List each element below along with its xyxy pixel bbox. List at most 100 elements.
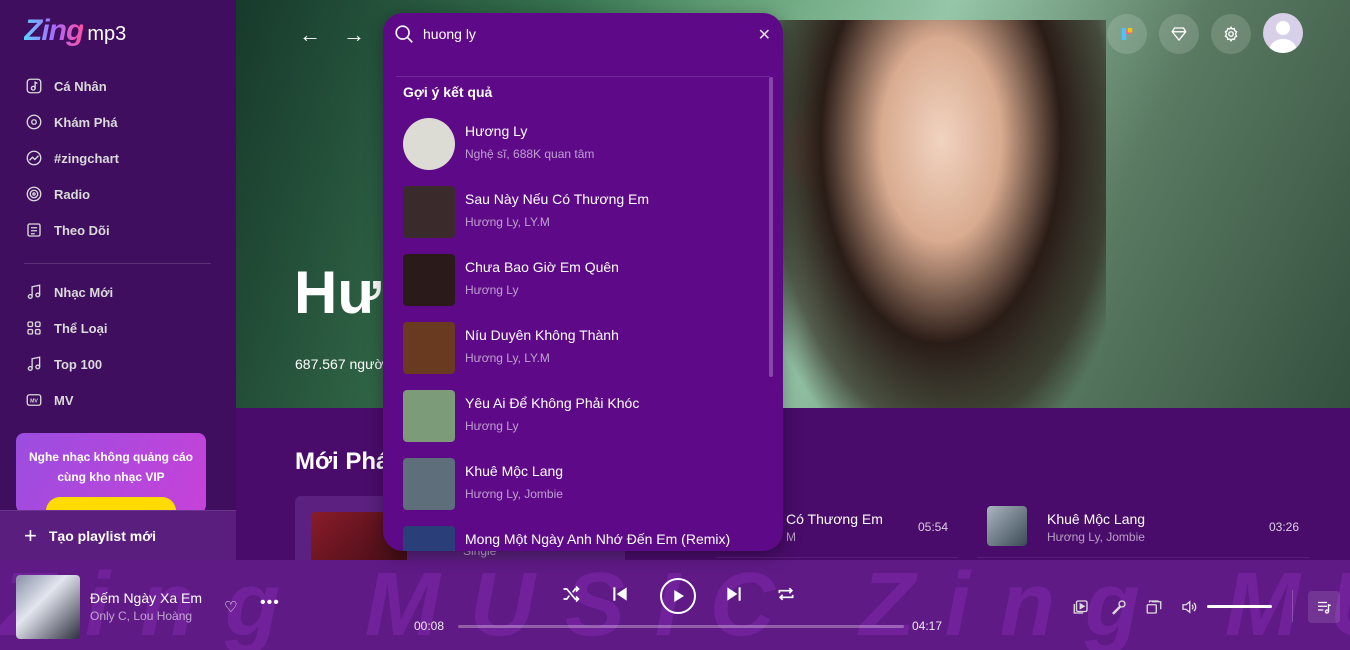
volume-slider[interactable] xyxy=(1207,605,1272,608)
sidebar: Zing mp3 Cá Nhân Khám Phá #zingchart Rad… xyxy=(0,0,236,560)
close-icon[interactable]: ✕ xyxy=(758,25,771,45)
now-playing-thumbnail[interactable] xyxy=(16,575,80,639)
music-note-icon xyxy=(27,284,41,300)
sidebar-divider xyxy=(24,263,211,264)
sidebar-item-nhac-moi[interactable]: Nhạc Mới xyxy=(0,274,236,310)
search-bar xyxy=(383,13,783,55)
suggestions-heading: Gợi ý kết quả xyxy=(403,84,493,100)
logo-mp3: mp3 xyxy=(87,23,127,45)
total-time: 04:17 xyxy=(912,619,943,633)
search-result-subtitle: Hương Ly xyxy=(465,283,519,297)
previous-button[interactable] xyxy=(610,584,630,604)
search-result-title: Yêu Ai Để Không Phải Khóc xyxy=(465,395,640,411)
shuffle-icon xyxy=(563,585,580,603)
playlist-queue-button[interactable] xyxy=(1308,591,1340,623)
search-result-song[interactable]: Mong Một Ngày Anh Nhớ Đến Em (Remix) xyxy=(403,526,743,551)
search-result-song[interactable]: Khuê Mộc Lang Hương Ly, Jombie xyxy=(403,458,743,512)
vip-diamond-button[interactable] xyxy=(1159,14,1199,54)
zing-mp3-logo[interactable]: Zing mp3 xyxy=(24,14,126,48)
progress-bar[interactable] xyxy=(458,625,904,628)
sidebar-item-zingchart[interactable]: #zingchart xyxy=(0,140,236,176)
search-result-title: Níu Duyên Không Thành xyxy=(465,327,619,343)
more-options-icon[interactable]: ••• xyxy=(260,594,280,612)
settings-button[interactable] xyxy=(1211,14,1251,54)
sidebar-item-label: Khám Phá xyxy=(54,114,118,130)
sidebar-item-mv[interactable]: MV MV xyxy=(0,382,236,418)
sidebar-item-label: Cá Nhân xyxy=(54,78,107,94)
player-bar: Zing MUSIC Zing MUSIC Zing MUSIC Đếm Ngà… xyxy=(0,560,1350,650)
shuffle-button[interactable] xyxy=(561,584,581,604)
sidebar-item-theo-doi[interactable]: Theo Dõi xyxy=(0,212,236,248)
search-input[interactable] xyxy=(423,26,743,42)
search-result-title: Khuê Mộc Lang xyxy=(465,463,564,479)
search-result-song[interactable]: Chưa Bao Giờ Em Quên Hương Ly xyxy=(403,254,743,308)
forward-arrow-icon[interactable]: → xyxy=(343,22,365,48)
sidebar-item-radio[interactable]: Radio xyxy=(0,176,236,212)
theme-icon xyxy=(1121,28,1133,40)
song-duration: 05:54 xyxy=(917,520,948,534)
search-dropdown: ✕ Gợi ý kết quả Hương Ly Nghệ sĩ, 688K qu… xyxy=(383,13,783,551)
sidebar-item-label: MV xyxy=(54,392,74,408)
play-icon xyxy=(674,590,684,602)
artist-name: Hư xyxy=(294,259,381,326)
now-playing-artist[interactable]: Only C, Lou Hoàng xyxy=(90,609,192,623)
sidebar-item-top-100[interactable]: Top 100 xyxy=(0,346,236,382)
song-title: Có Thương Em xyxy=(786,511,883,527)
search-divider xyxy=(396,76,770,77)
gear-icon xyxy=(1224,26,1238,42)
search-result-thumbnail xyxy=(403,526,455,551)
plus-icon: + xyxy=(24,522,37,548)
sidebar-item-label: Thể Loại xyxy=(54,320,108,336)
play-button[interactable] xyxy=(660,578,696,614)
queue-icon xyxy=(1318,601,1331,614)
search-result-subtitle: Hương Ly, LY.M xyxy=(465,351,550,365)
song-thumbnail xyxy=(987,506,1027,546)
category-grid-icon xyxy=(27,321,41,335)
artist-followers: 687.567 ngườ xyxy=(295,356,384,372)
mv-play-icon[interactable] xyxy=(1072,598,1090,616)
sidebar-nav-main: Cá Nhân Khám Phá #zingchart Radio Theo D… xyxy=(0,68,236,248)
sidebar-item-label: Top 100 xyxy=(54,356,103,372)
next-button[interactable] xyxy=(724,584,744,604)
current-time: 00:08 xyxy=(414,619,445,633)
microphone-icon[interactable] xyxy=(1110,598,1128,616)
sidebar-item-ca-nhan[interactable]: Cá Nhân xyxy=(0,68,236,104)
search-result-subtitle: Hương Ly, LY.M xyxy=(465,215,550,229)
follow-list-icon xyxy=(27,223,41,237)
volume-icon[interactable] xyxy=(1180,598,1198,616)
song-title: Khuê Mộc Lang xyxy=(1047,511,1146,527)
search-result-song[interactable]: Sau Này Nếu Có Thương Em Hương Ly, LY.M xyxy=(403,186,743,240)
sidebar-item-label: Radio xyxy=(54,186,91,202)
disc-icon xyxy=(26,114,42,130)
new-playlist-button[interactable]: + Tạo playlist mới xyxy=(0,510,236,560)
sidebar-item-the-loai[interactable]: Thể Loại xyxy=(0,310,236,346)
song-artist: Hương Ly, Jombie xyxy=(1047,530,1145,544)
chart-line-icon xyxy=(26,150,42,166)
search-result-title: Mong Một Ngày Anh Nhớ Đến Em (Remix) xyxy=(465,531,731,547)
search-result-song[interactable]: Níu Duyên Không Thành Hương Ly, LY.M xyxy=(403,322,743,376)
search-result-title: Hương Ly xyxy=(465,123,528,139)
theme-button[interactable] xyxy=(1107,14,1147,54)
search-result-artist[interactable]: Hương Ly Nghệ sĩ, 688K quan tâm xyxy=(403,118,743,172)
now-playing-title[interactable]: Đếm Ngày Xa Em xyxy=(90,590,202,606)
search-result-thumbnail xyxy=(403,322,455,374)
logo-zing: Zing xyxy=(24,14,84,47)
search-result-thumbnail xyxy=(403,390,455,442)
song-row[interactable]: Khuê Mộc Lang Hương Ly, Jombie 03:26 xyxy=(977,502,1309,558)
search-result-song[interactable]: Yêu Ai Để Không Phải Khóc Hương Ly xyxy=(403,390,743,444)
new-playlist-label: Tạo playlist mới xyxy=(48,527,157,544)
song-duration: 03:26 xyxy=(1268,520,1299,534)
heart-icon[interactable]: ♡ xyxy=(224,598,237,616)
user-avatar[interactable] xyxy=(1263,13,1303,53)
sidebar-item-kham-pha[interactable]: Khám Phá xyxy=(0,104,236,140)
section-title-new-release: Mới Phá xyxy=(295,448,390,475)
vip-promo-text: Nghe nhạc không quảng cáo cùng kho nhạc … xyxy=(28,450,193,484)
search-result-thumbnail xyxy=(403,186,455,238)
back-arrow-icon[interactable]: ← xyxy=(299,22,321,48)
svg-text:MV: MV xyxy=(30,399,38,405)
mini-player-icon[interactable] xyxy=(1145,598,1163,616)
repeat-button[interactable] xyxy=(776,584,796,604)
repeat-icon xyxy=(778,587,794,601)
search-scrollbar[interactable] xyxy=(769,77,773,377)
search-result-title: Chưa Bao Giờ Em Quên xyxy=(465,259,619,275)
